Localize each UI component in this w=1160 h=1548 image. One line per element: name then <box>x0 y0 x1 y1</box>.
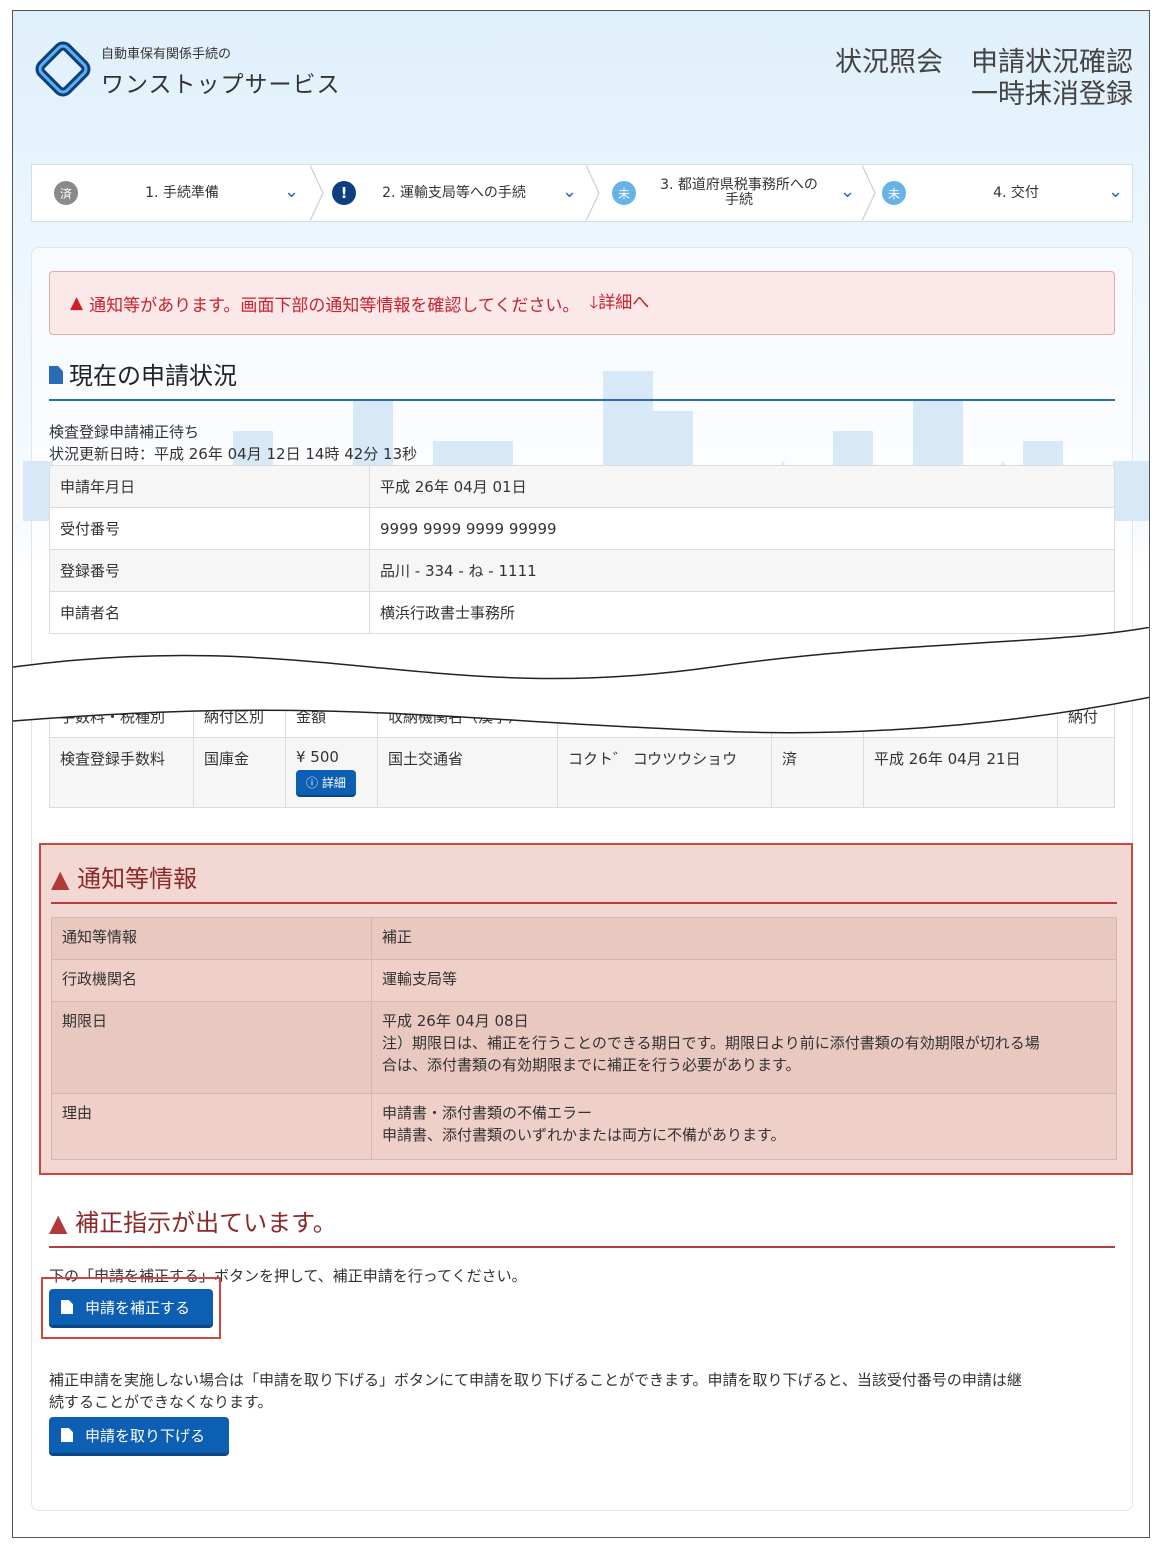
header-title: 状況照会 申請状況確認 一時抹消登録 <box>835 47 1133 111</box>
page-break-divider <box>13 627 1149 734</box>
status-updated: 状況更新日時：平成 26年 04月 12日 14時 42分 13秒 <box>49 445 418 463</box>
correct-button-label: 申請を補正する <box>85 1298 191 1317</box>
step-separator-icon <box>862 165 876 221</box>
step-label: 4. 交付 <box>993 184 1039 201</box>
row-value: 平成 26年 04月 08日 注）期限日は、補正を行うことのできる期日です。期限… <box>371 1001 1117 1094</box>
alert-link-label: 詳細へ <box>598 292 650 313</box>
withdraw-text-line1: 補正申請を実施しない場合は「申請を取り下げる」ボタンにて申請を取り下げることがで… <box>49 1371 1022 1389</box>
deadline-date: 平成 26年 04月 08日 <box>382 1012 529 1030</box>
row-value: 運輸支局等 <box>371 959 1117 1002</box>
payment-extra <box>1057 737 1115 808</box>
withdraw-application-button[interactable]: 申請を取り下げる <box>49 1417 229 1453</box>
pending-badge-icon: 未 <box>612 181 636 205</box>
progress-stepper: 済 1. 手続準備 ⌄ ! 2. 運輸支局等への手続 ⌄ 未 3. 都道府県税事… <box>31 164 1133 222</box>
table-row: 理由 申請書・添付書類の不備エラー 申請書、添付書類のいずれかまたは両方に不備が… <box>51 1093 1117 1160</box>
logo-subtitle: 自動車保有関係手続の <box>101 47 232 62</box>
table-row: 申請年月日 平成 26年 04月 01日 <box>49 465 1115 508</box>
table-row: 期限日 平成 26年 04月 08日 注）期限日は、補正を行うことのできる期日で… <box>51 1001 1117 1094</box>
notice-info-box: ▲ 通知等情報 通知等情報 補正 行政機関名 運輸支局等 期限日 平成 26年 04… <box>39 843 1133 1175</box>
fee-amount: ¥ 500 <box>296 748 339 766</box>
header-nav-status: 状況照会 <box>835 47 943 78</box>
row-value: 品川 - 334 - ね - 1111 <box>369 549 1115 592</box>
row-label: 通知等情報 <box>51 917 372 960</box>
deadline-note-line1: 注）期限日は、補正を行うことのできる期日です。期限日より前に添付書類の有効期限が… <box>382 1034 1040 1052</box>
table-row: 通知等情報 補正 <box>51 917 1117 960</box>
row-value: 申請書・添付書類の不備エラー 申請書、添付書類のいずれかまたは両方に不備がありま… <box>371 1093 1117 1160</box>
chevron-down-icon[interactable]: ⌄ <box>840 181 855 202</box>
step-2[interactable]: ! 2. 運輸支局等への手続 ⌄ <box>324 165 586 221</box>
warning-triangle-icon: ▲ <box>49 1209 68 1237</box>
step-label: 2. 運輸支局等への手続 <box>382 184 526 201</box>
warning-badge-icon: ! <box>332 181 356 205</box>
correction-title: ▲ 補正指示が出ています。 <box>49 1203 1115 1248</box>
table-row: 検査登録手数料 国庫金 ¥ 500 ⓘ 詳細 国土交通省 コクト゛ コウツウショ… <box>49 737 1115 808</box>
row-label: 理由 <box>51 1093 372 1160</box>
notice-title: ▲ 通知等情報 <box>51 859 1117 904</box>
chevron-down-icon[interactable]: ⌄ <box>562 181 577 202</box>
row-value: 9999 9999 9999 99999 <box>369 507 1115 550</box>
notice-alert: ▲ 通知等があります。画面下部の通知等情報を確認してください。 🡓詳細へ <box>49 271 1115 335</box>
reason-text: 申請書・添付書類の不備エラー <box>382 1104 593 1122</box>
step-label-line2: 手続 <box>725 192 753 208</box>
chevron-down-icon[interactable]: ⌄ <box>1108 181 1123 202</box>
status-section-title: 現在の申請状況 <box>49 356 1115 401</box>
withdraw-explanation: 補正申請を実施しない場合は「申請を取り下げる」ボタンにて申請を取り下げることがで… <box>49 1369 1115 1413</box>
withdraw-button-label: 申請を取り下げる <box>85 1426 206 1445</box>
logo-title: ワンストップサービス <box>101 72 341 98</box>
header-nav-check: 申請状況確認 <box>971 47 1133 78</box>
row-value: 平成 26年 04月 01日 <box>369 465 1115 508</box>
chevron-down-icon[interactable]: ⌄ <box>284 181 299 202</box>
notice-title-text: 通知等情報 <box>77 865 198 893</box>
row-label: 期限日 <box>51 1001 372 1094</box>
done-badge-icon: 済 <box>54 181 78 205</box>
header-nav-type: 一時抹消登録 <box>971 79 1133 110</box>
document-icon <box>61 1428 73 1442</box>
deadline-note-line2: 合は、添付書類の有効期限までに補正を行う必要があります。 <box>382 1056 801 1074</box>
table-row: 受付番号 9999 9999 9999 99999 <box>49 507 1115 550</box>
correction-title-text: 補正指示が出ています。 <box>75 1209 337 1237</box>
fee-detail-button[interactable]: ⓘ 詳細 <box>296 770 356 795</box>
org-kanji: 国土交通省 <box>377 737 558 808</box>
notice-table: 通知等情報 補正 行政機関名 運輸支局等 期限日 平成 26年 04月 08日 注）… <box>51 917 1117 1160</box>
step-3[interactable]: 未 3. 都道府県税事務所への 手続 ⌄ <box>600 165 862 221</box>
fee-type: 検査登録手数料 <box>49 737 194 808</box>
payment-status: 済 <box>771 737 864 808</box>
step-label: 1. 手続準備 <box>145 184 219 201</box>
status-state: 検査登録申請補正待ち <box>49 423 200 441</box>
step-separator-icon <box>310 165 324 221</box>
logo-icon <box>35 41 91 97</box>
arrow-down-icon: 🡓 <box>589 292 599 313</box>
table-row: 登録番号 品川 - 334 - ね - 1111 <box>49 549 1115 592</box>
step-label: 3. 都道府県税事務所への 手続 <box>646 165 832 221</box>
row-label: 申請年月日 <box>49 465 370 508</box>
alert-text: 通知等があります。画面下部の通知等情報を確認してください。 <box>89 295 580 316</box>
row-value: 補正 <box>371 917 1117 960</box>
status-table: 申請年月日 平成 26年 04月 01日 受付番号 9999 9999 9999 9… <box>49 465 1115 634</box>
alert-detail-link[interactable]: 🡓詳細へ <box>589 288 649 319</box>
status-title-text: 現在の申請状況 <box>69 362 237 390</box>
warning-triangle-icon: ▲ <box>51 865 70 893</box>
pending-badge-icon: 未 <box>882 181 906 205</box>
step-1[interactable]: 済 1. 手続準備 ⌄ <box>32 165 310 221</box>
document-icon <box>49 366 63 384</box>
payment-date: 平成 26年 04月 21日 <box>863 737 1058 808</box>
fee-category: 国庫金 <box>193 737 286 808</box>
document-icon <box>61 1300 73 1314</box>
fee-detail-label: 詳細 <box>321 776 346 790</box>
org-kana: コクト゛ コウツウショウ <box>557 737 772 808</box>
step-4[interactable]: 未 4. 交付 ⌄ <box>876 165 1132 221</box>
warning-triangle-icon: ▲ <box>70 293 84 313</box>
reason-note: 申請書、添付書類のいずれかまたは両方に不備があります。 <box>382 1126 786 1144</box>
table-row: 行政機関名 運輸支局等 <box>51 959 1117 1002</box>
correct-application-button[interactable]: 申請を補正する <box>49 1289 213 1325</box>
page-frame: 自動車保有関係手続の ワンストップサービス 状況照会 申請状況確認 一時抹消登録 … <box>12 10 1150 1538</box>
row-label: 登録番号 <box>49 549 370 592</box>
fee-amount-cell: ¥ 500 ⓘ 詳細 <box>285 737 378 808</box>
row-label: 行政機関名 <box>51 959 372 1002</box>
withdraw-text-line2: 続することができなくなります。 <box>49 1393 273 1411</box>
step-label-line1: 3. 都道府県税事務所への <box>660 177 818 193</box>
step-separator-icon <box>586 165 600 221</box>
info-icon: ⓘ <box>306 776 322 790</box>
row-label: 受付番号 <box>49 507 370 550</box>
